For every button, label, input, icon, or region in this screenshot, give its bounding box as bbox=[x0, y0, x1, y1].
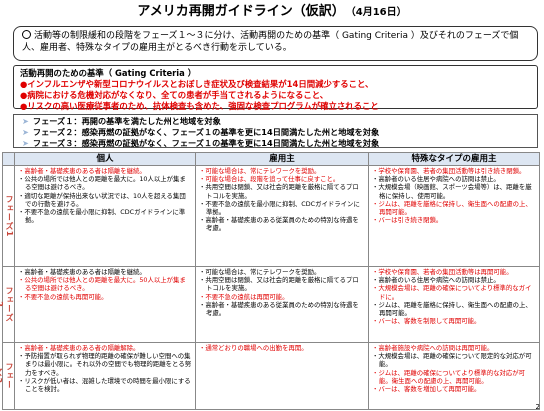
list-item: 大規模会場は、距離の確保について限定的な対応が可能。 bbox=[372, 352, 536, 368]
list-item: バーは引き続き閉鎖。 bbox=[372, 216, 536, 224]
row-label-phase1: フェーズ1 bbox=[3, 166, 15, 267]
list-item: ジムは、距離を厳格に保持し、衛生面への配慮の上、再開可能。 bbox=[372, 301, 536, 317]
page-number: 2 bbox=[535, 403, 540, 411]
list-item: 可能な場合は、常にテレワークを奨励。 bbox=[199, 268, 365, 276]
arrow-icon: ➤ bbox=[22, 137, 29, 148]
list-item: バーは、客数を制限して再開可能。 bbox=[372, 317, 536, 325]
list-item: 通常どおりの職場への出勤を再開。 bbox=[199, 344, 365, 352]
cell-individual-phase3: 高齢者・基礎疾患のある者の隔離解除。 予防措置が取られず物理的距離の確保が難しい… bbox=[15, 343, 196, 409]
list-item: リスクが低い者は、混雑した環境での時間を最小限にすることを検討。 bbox=[18, 377, 192, 393]
cell-employer-phase1: 可能な場合は、常にテレワークを奨励。 可能な場合は、段階を追って仕事に戻すこと。… bbox=[196, 166, 369, 267]
gating-heading: 活動再開のための基準（ Gating Criteria ） bbox=[20, 68, 197, 78]
gating-criteria-box: 活動再開のための基準（ Gating Criteria ） ●インフルエンザや新… bbox=[13, 65, 538, 112]
list-item: ジムは、距離の確保についてより標準的な対応が可能。衛生面への配慮の上、再開可能。 bbox=[372, 369, 536, 385]
cell-employer-phase3: 通常どおりの職場への出勤を再開。 bbox=[196, 343, 369, 409]
bullet-circle-icon bbox=[22, 30, 31, 39]
list-item: 学校や保育園、若者の集団活動等は引き続き閉鎖。 bbox=[372, 167, 536, 175]
list-item: 共用空間は閉鎖、又は社会的距離を厳格に隔てるプロトコルを実施。 bbox=[199, 183, 365, 199]
row-label-phase2: フェーズ2 bbox=[0, 267, 15, 343]
list-item: 不要不急の遠航を最小限に抑制、CDCガイドラインに準拠。 bbox=[18, 208, 192, 224]
gating-item: ●病院における危機対応がなくなり、全ての患者が手当てされるようになること、 bbox=[20, 90, 329, 101]
list-item: 公共の場所では他人との距離を最大に。10人以上が集まる空間は避けるべき。 bbox=[18, 175, 192, 191]
guideline-table: 個人 雇用主 特殊なタイプの雇用主 フェーズ1 高齢者・基礎疾患のある者は隔離を… bbox=[0, 152, 540, 410]
list-item: 不要不急の遠航も再開可能。 bbox=[18, 293, 192, 301]
table-header-corner bbox=[3, 153, 15, 166]
arrow-icon: ➤ bbox=[22, 126, 29, 137]
list-item: バーは、客数を増加して再開可能。 bbox=[372, 385, 536, 393]
cell-individual-phase2: 高齢者・基礎疾患のある者は隔離を継続。 公共の場所では他人との距離を最大に。50… bbox=[15, 267, 196, 343]
list-item: 高齢者・基礎疾患のある者の隔離解除。 bbox=[18, 344, 192, 352]
list-item: 大規模会場は、距離の確保についてより標準的なガイドに。 bbox=[372, 284, 536, 300]
list-item: 高齢者・基礎疾患のある者は隔離を継続。 bbox=[18, 268, 192, 276]
intro-box: 活動等の制限緩和の段階をフェーズ１～３に分け、活動再開のための基準（ Gatin… bbox=[13, 26, 538, 61]
phase-line: ➤ フェーズ２：感染再燃の証拠がなく、フェーズ１の基準を更に14日間満たした州と地… bbox=[22, 126, 380, 137]
list-item: 適切な距離が保持出来ない状況では、10人を超える集団での行動を避ける。 bbox=[18, 192, 192, 208]
cell-special-phase1: 学校や保育園、若者の集団活動等は引き続き閉鎖。 高齢者のいる住居や病院への訪問は… bbox=[369, 166, 539, 267]
gating-item: ●インフルエンザや新型コロナウイルスとおぼしき症状及び検査結果が14日間減少する… bbox=[20, 79, 374, 90]
list-item: 不要不急の遠航は再開可能。 bbox=[199, 293, 365, 301]
list-item: ジムは、距離を厳格に保持し、衛生面への配慮の上、再開可能。 bbox=[372, 200, 536, 216]
table-header-special: 特殊なタイプの雇用主 bbox=[369, 153, 539, 166]
list-item: 可能な場合は、常にテレワークを奨励。 bbox=[199, 167, 365, 175]
page-title: アメリカ再開ガイドライン（仮訳） （4月16日） bbox=[0, 0, 544, 19]
list-item: 高齢者・基礎疾患のある者は隔離を継続。 bbox=[18, 167, 192, 175]
title-text: アメリカ再開ガイドライン（仮訳） bbox=[137, 4, 345, 19]
phase-line: ➤ フェーズ１：再開の基準を満たした州と地域を対象 bbox=[22, 116, 221, 126]
table-header-employer: 雇用主 bbox=[196, 153, 369, 166]
list-item: 高齢者・基礎疾患のある従業員のための特別な待遇を考慮。 bbox=[199, 301, 365, 317]
list-item: 予防措置が取られず物理的距離の確保が難しい空間への集まりは最小限に。それ以外の空… bbox=[18, 352, 192, 377]
list-item: 学校や保育園、若者の集団活動等は再開可能。 bbox=[372, 268, 536, 276]
row-label-phase3: フェーズ3 bbox=[0, 343, 15, 409]
list-item: 共用空間は閉鎖、又は社会的距離を厳格に隔てるプロトコルを実施。 bbox=[199, 276, 365, 292]
cell-special-phase2: 学校や保育園、若者の集団活動等は再開可能。 高齢者のいる住居や病院への訪問は禁止… bbox=[369, 267, 539, 343]
arrow-icon: ➤ bbox=[22, 116, 29, 126]
table-header-individual: 個人 bbox=[15, 153, 196, 166]
title-date: （4月16日） bbox=[350, 7, 407, 18]
phases-box: ➤ フェーズ１：再開の基準を満たした州と地域を対象 ➤ フェーズ２：感染再燃の証拠が… bbox=[13, 114, 538, 148]
list-item: 高齢者施設や病院への訪問は再開可能。 bbox=[372, 344, 536, 352]
phase-line: ➤ フェーズ３：感染再燃の証拠がなく、フェーズ１の基準を更に14日間満たした州と地… bbox=[22, 137, 380, 148]
list-item: 不要不急の遠航を最小限に抑制、CDCガイドラインに準拠。 bbox=[199, 200, 365, 216]
cell-employer-phase2: 可能な場合は、常にテレワークを奨励。 共用空間は閉鎖、又は社会的距離を厳格に隔て… bbox=[196, 267, 369, 343]
intro-text: 活動等の制限緩和の段階をフェーズ１～３に分け、活動再開のための基準（ Gatin… bbox=[22, 31, 519, 54]
list-item: 公共の場所では他人との距離を最大に。50人以上が集まる空間は避けるべき。 bbox=[18, 276, 192, 292]
cell-special-phase3: 高齢者施設や病院への訪問は再開可能。 大規模会場は、距離の確保について限定的な対… bbox=[369, 343, 539, 409]
gating-item: ●リスクの高い医療従事者のため、抗体検査も含めた、強固な検査プログラムが確立され… bbox=[20, 101, 379, 112]
list-item: 大規模会場（映画館、スポーツ会場等）は、距離を厳格に保持し、使用可能。 bbox=[372, 183, 536, 199]
cell-individual-phase1: 高齢者・基礎疾患のある者は隔離を継続。 公共の場所では他人との距離を最大に。10… bbox=[15, 166, 196, 267]
list-item: 高齢者・基礎疾患のある従業員のための特別な待遇を考慮。 bbox=[199, 216, 365, 232]
